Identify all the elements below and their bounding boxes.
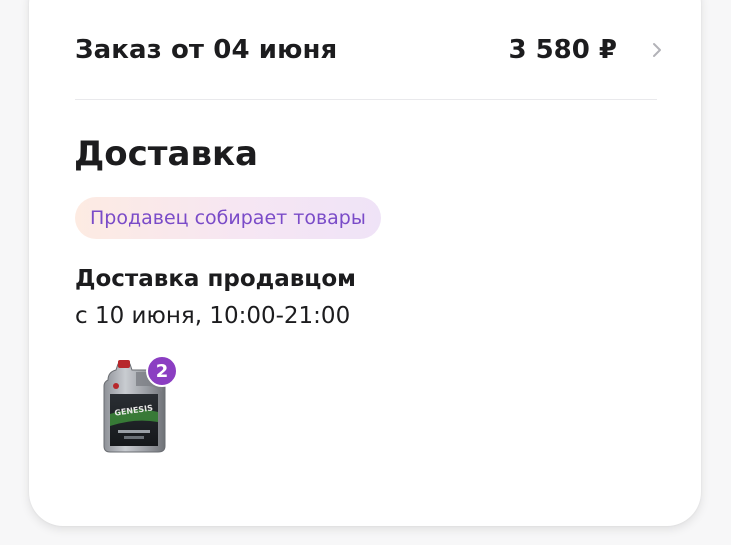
section-title-delivery: Доставка xyxy=(74,134,258,174)
divider xyxy=(75,99,657,100)
page: Заказ от 04 июня 3 580 ₽ Доставка Продав… xyxy=(0,0,731,545)
order-total: 3 580 ₽ xyxy=(508,35,617,65)
order-title: Заказ от 04 июня xyxy=(75,35,338,65)
quantity-badge: 2 xyxy=(146,355,178,387)
order-summary: 3 580 ₽ xyxy=(508,35,665,65)
order-header[interactable]: Заказ от 04 июня 3 580 ₽ xyxy=(75,28,665,72)
delivery-method: Доставка продавцом xyxy=(75,266,356,292)
status-text: Продавец собирает товары xyxy=(90,207,366,229)
delivery-time: с 10 июня, 10:00-21:00 xyxy=(75,303,351,329)
chevron-right-icon[interactable] xyxy=(649,39,665,61)
status-badge: Продавец собирает товары xyxy=(75,197,381,239)
